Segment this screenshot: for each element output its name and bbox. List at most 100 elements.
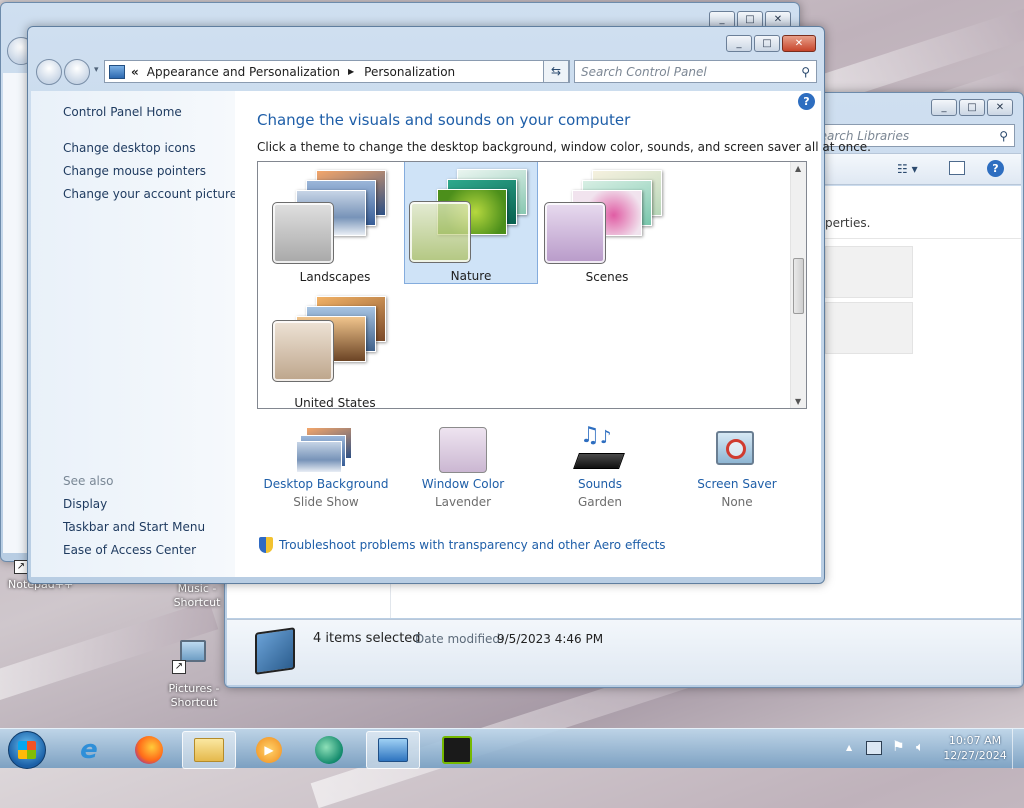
theme-name: Landscapes xyxy=(299,270,371,284)
theme-color-swatch xyxy=(272,202,334,264)
nvidia-icon xyxy=(442,736,472,764)
recent-pages-icon[interactable]: ▾ xyxy=(94,65,99,75)
volume-muted-icon[interactable]: 🔈︎ xyxy=(916,740,924,755)
change-desktop-icons-link[interactable]: Change desktop icons xyxy=(63,141,196,155)
taskbar-control-panel[interactable] xyxy=(366,731,420,769)
minimize-button[interactable]: _ xyxy=(931,99,957,116)
sounds-value: Garden xyxy=(578,495,622,509)
search-control-panel-input[interactable]: Search Control Panel ⚲ xyxy=(574,60,817,83)
troubleshoot-link[interactable]: Troubleshoot problems with transparency … xyxy=(279,538,666,552)
change-account-picture-link[interactable]: Change your account picture xyxy=(63,187,237,201)
media-player-icon: ▶ xyxy=(256,737,282,763)
control-panel-icon xyxy=(378,738,408,762)
maximize-button[interactable]: □ xyxy=(959,99,985,116)
help-icon[interactable]: ? xyxy=(987,160,1004,177)
shield-icon xyxy=(259,537,273,553)
taskbar-firefox[interactable] xyxy=(122,731,176,769)
screen-saver-icon xyxy=(712,427,762,473)
sounds-label[interactable]: Sounds xyxy=(535,477,665,491)
monitor-icon xyxy=(180,640,206,662)
taskbar-nvidia[interactable] xyxy=(430,731,484,769)
see-also-header: See also xyxy=(63,474,114,488)
sounds-setting[interactable]: ♫ ♪ Sounds Garden xyxy=(535,423,665,509)
window-color-setting[interactable]: Window Color Lavender xyxy=(398,427,528,509)
taskbar-media-center[interactable] xyxy=(302,731,356,769)
network-icon[interactable] xyxy=(866,741,882,755)
theme-name: Scenes xyxy=(585,270,629,284)
scroll-up-icon[interactable]: ▲ xyxy=(795,164,801,173)
desktop-icon-label: Music - Shortcut xyxy=(173,582,221,609)
breadcrumb-appearance[interactable]: Appearance and Personalization xyxy=(147,65,340,79)
theme-scenes[interactable]: Scenes xyxy=(540,164,674,288)
theme-color-swatch xyxy=(272,320,334,382)
maximize-button[interactable]: □ xyxy=(754,35,780,52)
firefox-icon xyxy=(135,736,163,764)
details-pane: 4 items selected Date modified: 9/5/2023… xyxy=(227,619,1021,685)
caption-buttons: _ □ ✕ xyxy=(726,35,816,52)
page-heading: Change the visuals and sounds on your co… xyxy=(257,111,631,129)
close-button[interactable]: ✕ xyxy=(987,99,1013,116)
view-options-icon[interactable]: ☷ ▾ xyxy=(897,162,918,176)
desktop-icon-label: Pictures - Shortcut xyxy=(168,682,220,709)
content-tile[interactable] xyxy=(825,246,913,298)
theme-color-swatch xyxy=(544,202,606,264)
date-modified-label: Date modified: xyxy=(415,632,505,646)
desktop-background-value: Slide Show xyxy=(293,495,359,509)
preview-pane-icon[interactable] xyxy=(949,161,965,175)
minimize-button[interactable]: _ xyxy=(726,35,752,52)
theme-list-scrollbar[interactable]: ▲ ▼ xyxy=(790,162,806,408)
close-button[interactable]: ✕ xyxy=(782,35,816,52)
refresh-button[interactable]: ⇆ xyxy=(543,60,569,83)
ease-of-access-link[interactable]: Ease of Access Center xyxy=(63,543,196,557)
search-icon: ⚲ xyxy=(999,128,1008,143)
date-modified-value: 9/5/2023 4:46 PM xyxy=(497,632,604,646)
address-bar[interactable]: « Appearance and Personalization ▶ Perso… xyxy=(104,60,570,83)
back-button[interactable] xyxy=(36,59,62,85)
breadcrumb-chevron[interactable]: « xyxy=(131,65,139,79)
theme-list[interactable]: Landscapes Nature Scenes United States ▲… xyxy=(257,161,807,409)
window-color-label[interactable]: Window Color xyxy=(398,477,528,491)
theme-name: Nature xyxy=(450,269,492,283)
help-icon[interactable]: ? xyxy=(798,93,815,110)
desktop-icon-pictures[interactable]: ↗ Pictures - Shortcut xyxy=(162,638,226,714)
content-tile[interactable] xyxy=(825,302,913,354)
theme-name: United States xyxy=(294,396,376,409)
breadcrumb-separator[interactable]: ▶ xyxy=(348,67,354,76)
theme-united-states[interactable]: United States xyxy=(268,290,402,409)
page-subheading: Click a theme to change the desktop back… xyxy=(257,140,871,154)
taskbar-media-player[interactable]: ▶ xyxy=(242,731,296,769)
breadcrumb-personalization[interactable]: Personalization xyxy=(364,65,455,79)
screen-saver-label[interactable]: Screen Saver xyxy=(672,477,802,491)
display-link[interactable]: Display xyxy=(63,497,107,511)
action-center-flag-icon[interactable]: ⚑ xyxy=(892,739,905,755)
screen-saver-setting[interactable]: Screen Saver None xyxy=(672,427,802,509)
clock-date: 12/27/2024 xyxy=(943,749,1007,762)
taskbar-internet-explorer[interactable]: e xyxy=(62,731,116,769)
theme-nature[interactable]: Nature xyxy=(404,162,538,284)
search-placeholder: Search Control Panel xyxy=(581,64,707,79)
windows-logo-icon xyxy=(18,741,36,759)
personalization-window[interactable]: _ □ ✕ ▾ « Appearance and Personalization… xyxy=(27,26,871,584)
scroll-thumb[interactable] xyxy=(793,258,804,314)
scroll-down-icon[interactable]: ▼ xyxy=(795,397,801,406)
desktop-background-label[interactable]: Desktop Background xyxy=(261,477,391,491)
details-thumbnail-icon xyxy=(255,627,295,675)
control-panel-home-link[interactable]: Control Panel Home xyxy=(63,105,182,119)
shortcut-arrow-icon: ↗ xyxy=(172,660,186,674)
theme-landscapes[interactable]: Landscapes xyxy=(268,164,402,288)
properties-text: perties. xyxy=(825,216,871,230)
main-content: ? Change the visuals and sounds on your … xyxy=(235,91,871,577)
clock[interactable]: 10:07 AM 12/27/2024 xyxy=(940,733,1010,763)
internet-explorer-icon: e xyxy=(80,735,98,765)
show-desktop-button[interactable] xyxy=(1012,729,1024,769)
change-mouse-pointers-link[interactable]: Change mouse pointers xyxy=(63,164,206,178)
forward-button[interactable] xyxy=(64,59,90,85)
search-icon: ⚲ xyxy=(801,64,810,79)
show-hidden-icons-button[interactable]: ▲ xyxy=(846,743,852,752)
caption-buttons: _ □ ✕ xyxy=(931,99,1013,116)
start-button[interactable] xyxy=(8,731,46,769)
desktop-background-setting[interactable]: Desktop Background Slide Show xyxy=(261,427,391,509)
media-center-icon xyxy=(315,736,343,764)
taskbar-explorer[interactable] xyxy=(182,731,236,769)
taskbar-start-menu-link[interactable]: Taskbar and Start Menu xyxy=(63,520,205,534)
